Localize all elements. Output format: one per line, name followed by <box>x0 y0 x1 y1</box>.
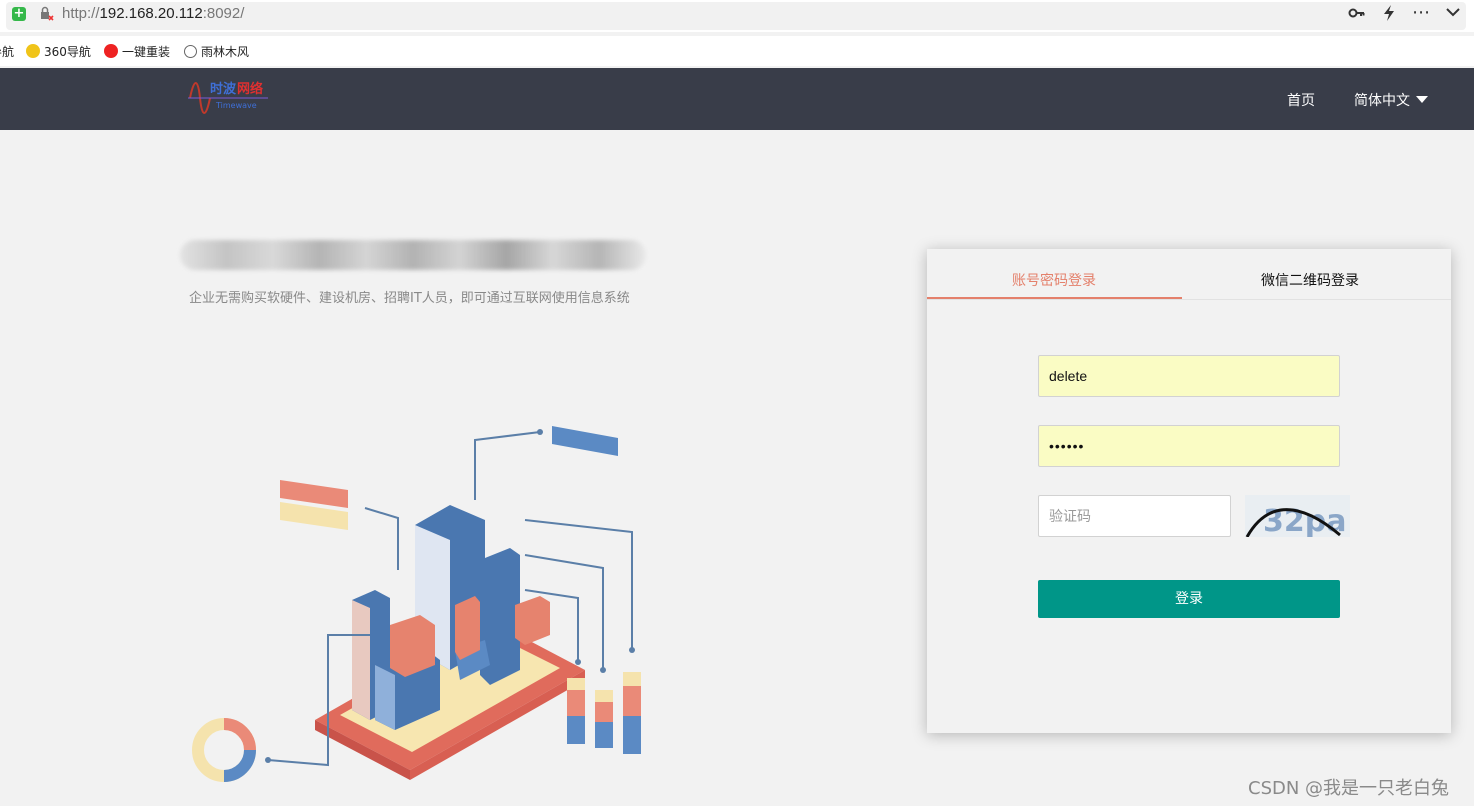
bookmark-360[interactable]: 360导航 <box>26 43 91 60</box>
security-shield-icon[interactable]: + <box>12 7 26 21</box>
blurred-title <box>180 240 646 270</box>
csdn-watermark: CSDN @我是一只老白兔 <box>1248 778 1450 799</box>
language-dropdown[interactable]: 简体中文 <box>1354 90 1428 110</box>
bookmark-reinstall[interactable]: 一键重装 <box>104 43 170 60</box>
login-button[interactable]: 登录 <box>1038 580 1340 618</box>
captcha-image[interactable]: 32pa <box>1245 495 1350 537</box>
lightning-icon[interactable] <box>1382 4 1396 26</box>
hero-subtitle: 企业无需购买软硬件、建设机房、招聘IT人员，即可通过互联网使用信息系统 <box>189 291 630 306</box>
bookmarks-bar: 导航 360导航 一键重装 雨林木风 <box>0 36 1474 66</box>
bookmark-yulin[interactable]: 雨林木风 <box>184 43 249 60</box>
bookmark-nav[interactable]: 导航 <box>0 43 14 60</box>
key-icon[interactable] <box>1348 4 1366 26</box>
password-input[interactable]: •••••• <box>1038 425 1340 467</box>
360-icon <box>26 44 40 58</box>
more-options-icon[interactable]: ⋯ <box>1412 2 1430 23</box>
svg-text:时波: 时波 <box>210 81 237 97</box>
tab-wechat-login[interactable]: 微信二维码登录 <box>1261 270 1359 290</box>
tab-account-login[interactable]: 账号密码登录 <box>1012 270 1096 290</box>
active-tab-indicator <box>927 297 1182 299</box>
login-card: 账号密码登录 微信二维码登录 delete •••••• 验证码 32pa 登录 <box>927 249 1451 733</box>
captcha-input[interactable]: 验证码 <box>1038 495 1231 537</box>
svg-text:Timewave: Timewave <box>215 101 257 110</box>
site-logo[interactable]: 时波 网络 Timewave <box>186 76 270 120</box>
chevron-down-icon[interactable] <box>1445 4 1461 24</box>
browser-address-bar: + http://192.168.20.112:8092/ ⋯ <box>0 0 1474 32</box>
captcha-text: 32pa <box>1263 504 1346 537</box>
site-navbar: 时波 网络 Timewave 首页 简体中文 <box>0 68 1474 130</box>
caret-down-icon <box>1416 96 1428 103</box>
svg-text:网络: 网络 <box>237 81 263 97</box>
city-illustration <box>192 426 641 782</box>
username-input[interactable]: delete <box>1038 355 1340 397</box>
insecure-lock-icon[interactable] <box>38 5 54 25</box>
globe-icon <box>184 45 197 58</box>
tomato-icon <box>104 44 118 58</box>
language-label: 简体中文 <box>1354 93 1410 109</box>
url-text[interactable]: http://192.168.20.112:8092/ <box>62 5 244 22</box>
login-tabs: 账号密码登录 微信二维码登录 <box>927 249 1451 300</box>
nav-home-link[interactable]: 首页 <box>1287 90 1315 110</box>
